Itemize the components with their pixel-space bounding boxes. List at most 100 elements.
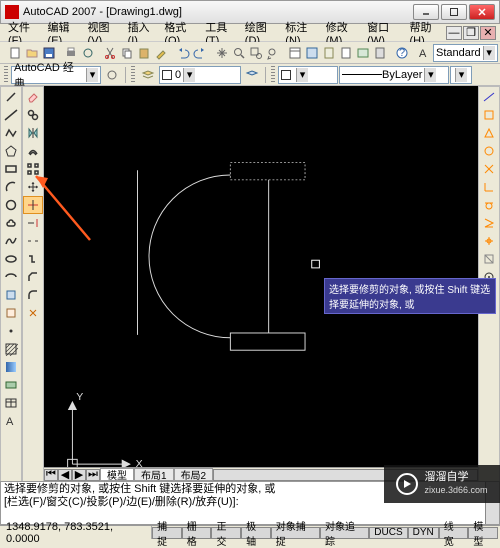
osnap-intersection[interactable] (479, 160, 499, 178)
dist-tool[interactable] (479, 88, 499, 106)
tab-model[interactable]: 模型 (100, 468, 134, 481)
sheetset-button[interactable] (338, 43, 354, 63)
properties-button[interactable] (287, 43, 303, 63)
point-tool[interactable] (1, 322, 21, 340)
text-style-icon[interactable]: A (416, 43, 432, 63)
designcenter-button[interactable] (304, 43, 320, 63)
mtext-tool[interactable]: A (1, 412, 21, 430)
insert-block-tool[interactable] (1, 286, 21, 304)
doc-restore-button[interactable]: ❐ (463, 26, 479, 40)
drawing-canvas[interactable]: X Y 选择要修剪的对象, 或按住 Shift 键选择要延伸的对象, 或 (44, 86, 478, 467)
erase-tool[interactable] (23, 88, 43, 106)
region-tool[interactable] (1, 376, 21, 394)
markup-button[interactable] (355, 43, 371, 63)
calc-button[interactable] (372, 43, 388, 63)
explode-tool[interactable] (23, 304, 43, 322)
layer-combo[interactable]: 0▾ (159, 66, 241, 84)
help-button[interactable]: ? (394, 43, 410, 63)
hatch-tool[interactable] (1, 340, 21, 358)
osnap-nearest[interactable] (479, 214, 499, 232)
pline-tool[interactable] (1, 124, 21, 142)
grid-toggle[interactable]: 栅格 (182, 527, 212, 539)
chamfer-tool[interactable] (23, 268, 43, 286)
layers-toolbar: AutoCAD 经典▾ 0▾ ▾ ByLayer▾ ▾ (0, 64, 500, 86)
osnap-toggle[interactable]: 对象捕捉 (271, 527, 320, 539)
move-tool[interactable] (23, 178, 43, 196)
tab-layout2[interactable]: 布局2 (174, 468, 214, 481)
doc-minimize-button[interactable]: — (446, 26, 462, 40)
polygon-tool[interactable] (1, 142, 21, 160)
ducs-toggle[interactable]: DUCS (369, 527, 407, 539)
matchprop-button[interactable] (153, 43, 169, 63)
rectangle-tool[interactable] (1, 160, 21, 178)
lineweight-combo[interactable]: ▾ (450, 66, 472, 84)
osnap-node[interactable] (479, 232, 499, 250)
toolbar-grip[interactable] (271, 66, 275, 84)
polar-toggle[interactable]: 极轴 (241, 527, 271, 539)
layer-manager-button[interactable] (138, 65, 158, 85)
model-toggle[interactable]: 模型 (468, 527, 498, 539)
undo-button[interactable] (175, 43, 191, 63)
osnap-midpoint[interactable] (479, 124, 499, 142)
break-tool[interactable] (23, 232, 43, 250)
osnap-none[interactable] (479, 250, 499, 268)
spline-tool[interactable] (1, 232, 21, 250)
copy-button[interactable] (119, 43, 135, 63)
zoom-window-button[interactable] (248, 43, 264, 63)
ortho-toggle[interactable]: 正交 (211, 527, 241, 539)
ucs-y-label: Y (76, 391, 83, 403)
array-tool[interactable] (23, 160, 43, 178)
extend-tool[interactable] (23, 214, 43, 232)
text-style-combo[interactable]: Standard▾ (433, 44, 498, 62)
close-button[interactable] (469, 4, 495, 20)
osnap-perp[interactable] (479, 178, 499, 196)
zoom-previous-button[interactable] (265, 43, 281, 63)
toolpalette-button[interactable] (321, 43, 337, 63)
offset-tool[interactable] (23, 142, 43, 160)
toolbar-grip[interactable] (4, 66, 8, 84)
tab-prev-button[interactable]: ◀ (58, 469, 72, 481)
revcloud-tool[interactable] (1, 214, 21, 232)
osnap-tangent[interactable] (479, 196, 499, 214)
osnap-center[interactable] (479, 142, 499, 160)
pan-button[interactable] (214, 43, 230, 63)
doc-close-button[interactable]: ✕ (480, 26, 496, 40)
ellipse-tool[interactable] (1, 250, 21, 268)
maximize-button[interactable] (441, 4, 467, 20)
color-combo[interactable]: ▾ (278, 66, 338, 84)
make-block-tool[interactable] (1, 304, 21, 322)
snap-toggle[interactable]: 捕捉 (152, 527, 182, 539)
cut-button[interactable] (102, 43, 118, 63)
copy-tool[interactable] (23, 106, 43, 124)
tab-next-button[interactable]: ▶ (72, 469, 86, 481)
coords-display[interactable]: 1348.9178, 783.3521, 0.0000 (2, 526, 152, 539)
tab-layout1[interactable]: 布局1 (134, 468, 174, 481)
paste-button[interactable] (136, 43, 152, 63)
osnap-endpoint[interactable] (479, 106, 499, 124)
ellipse-arc-tool[interactable] (1, 268, 21, 286)
gradient-tool[interactable] (1, 358, 21, 376)
chevron-down-icon: ▾ (455, 68, 467, 82)
tab-first-button[interactable]: ⏮ (44, 469, 58, 481)
otrack-toggle[interactable]: 对象追踪 (320, 527, 369, 539)
circle-tool[interactable] (1, 196, 21, 214)
xline-tool[interactable] (1, 106, 21, 124)
trim-tool[interactable] (23, 196, 43, 214)
line-tool[interactable] (1, 88, 21, 106)
arc-tool[interactable] (1, 178, 21, 196)
dyn-toggle[interactable]: DYN (408, 527, 439, 539)
redo-button[interactable] (192, 43, 208, 63)
mirror-tool[interactable] (23, 124, 43, 142)
zoom-realtime-button[interactable] (231, 43, 247, 63)
table-tool[interactable] (1, 394, 21, 412)
toolbar-grip[interactable] (131, 66, 135, 84)
workspace-settings-button[interactable] (102, 65, 122, 85)
workspace-combo[interactable]: AutoCAD 经典▾ (11, 66, 101, 84)
tab-last-button[interactable]: ⏭ (86, 469, 100, 481)
lwt-toggle[interactable]: 线宽 (439, 527, 469, 539)
layer-previous-button[interactable] (242, 65, 262, 85)
join-tool[interactable] (23, 250, 43, 268)
fillet-tool[interactable] (23, 286, 43, 304)
linetype-combo[interactable]: ByLayer▾ (339, 66, 449, 84)
chevron-down-icon: ▾ (296, 68, 308, 82)
